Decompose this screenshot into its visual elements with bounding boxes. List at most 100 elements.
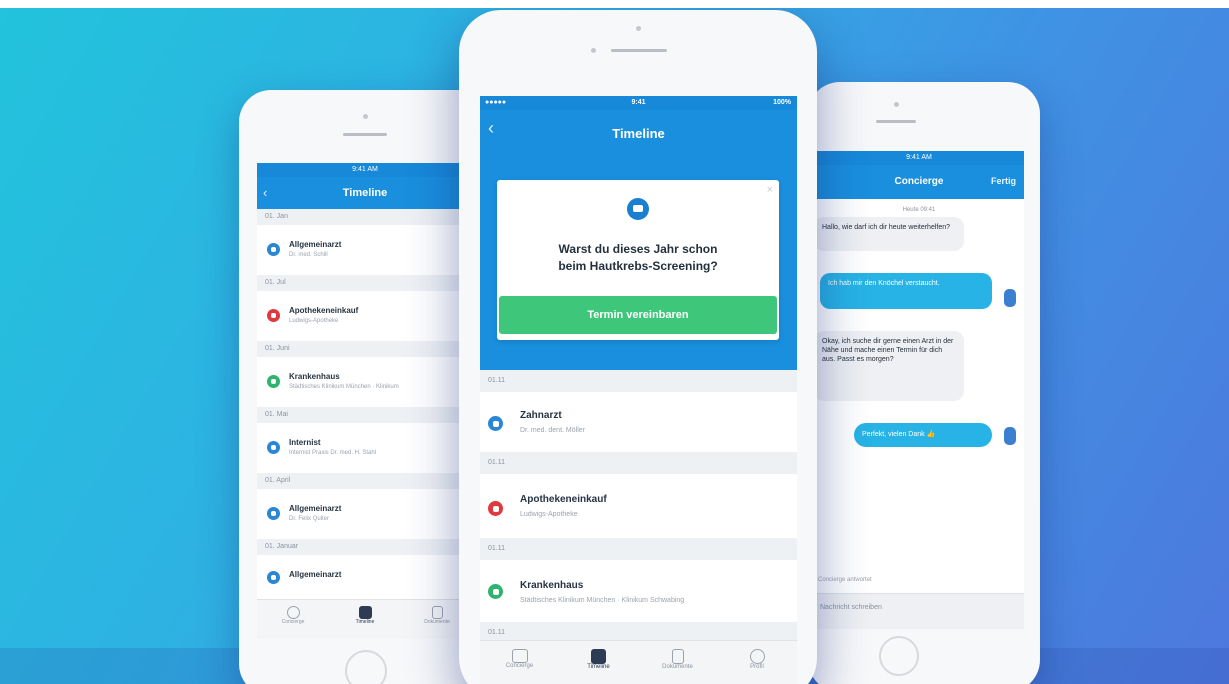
- center-phone-camera: [636, 26, 641, 31]
- left-list-item[interactable]: Allgemeinarzt Dr. med. Schill: [257, 225, 473, 276]
- left-tab-concierge[interactable]: Concierge: [257, 606, 329, 625]
- center-row-title: Zahnarzt: [520, 410, 562, 421]
- center-list-item[interactable]: Apothekeneinkauf Ludwigs-Apotheke: [480, 474, 797, 539]
- right-phone-camera: [894, 102, 899, 107]
- left-list-item[interactable]: Allgemeinarzt: [257, 555, 473, 604]
- left-section-header: 01. Januar: [257, 539, 473, 555]
- center-tab-bar: Concierge Timeline Dokumente Profil: [480, 640, 797, 684]
- hospital-icon: [488, 584, 503, 599]
- left-nav-title: Timeline: [342, 187, 388, 199]
- left-list-item[interactable]: Internist Internist Praxis Dr. med. H. S…: [257, 423, 473, 474]
- left-phone-camera: [363, 114, 368, 119]
- left-status-time: 9:41 AM: [352, 166, 378, 173]
- center-tab-timeline[interactable]: Timeline: [559, 649, 638, 670]
- left-tab-timeline[interactable]: Timeline: [329, 606, 401, 625]
- left-section-header: 01. Juni: [257, 341, 473, 357]
- center-tab-label: Profil: [750, 664, 764, 670]
- left-nav-bar: ‹ Timeline: [257, 177, 473, 209]
- right-nav-bar: Concierge Fertig: [814, 165, 1024, 199]
- left-row-subtitle: Dr. Felix Quiter: [289, 516, 330, 522]
- right-phone-speaker: [876, 120, 916, 123]
- hospital-icon: [267, 375, 280, 388]
- left-list-item[interactable]: Allgemeinarzt Dr. Felix Quiter: [257, 489, 473, 540]
- left-row-subtitle: Städtisches Klinikum München · Klinikum: [289, 384, 399, 390]
- left-status-bar: 9:41 AM: [257, 163, 473, 177]
- center-header: ‹ Timeline × Warst du dieses Jahr schon …: [480, 110, 797, 370]
- center-tab-label: Timeline: [587, 664, 610, 670]
- user-avatar: [1004, 427, 1016, 445]
- left-section-header: 01. Mai: [257, 407, 473, 423]
- right-home-button[interactable]: [879, 636, 919, 676]
- left-row-title: Internist: [289, 438, 321, 447]
- right-nav-action-button[interactable]: Fertig: [991, 176, 1016, 186]
- center-nav-title: Timeline: [612, 126, 665, 141]
- left-row-title: Allgemeinarzt: [289, 240, 342, 249]
- center-tab-concierge[interactable]: Concierge: [480, 649, 559, 669]
- left-tab-label: Concierge: [281, 619, 305, 625]
- center-status-battery: 100%: [773, 99, 791, 106]
- screening-card: × Warst du dieses Jahr schon beim Hautkr…: [497, 180, 779, 340]
- left-row-title: Allgemeinarzt: [289, 504, 342, 513]
- left-tab-bar: Concierge Timeline Dokumente: [257, 599, 473, 639]
- right-phone-screen: 9:41 AM Concierge Fertig Heute 09:41 Hal…: [814, 151, 1024, 629]
- left-phone-screen: 9:41 AM ‹ Timeline 01. Jan Allgemeinarzt…: [257, 163, 473, 639]
- center-status-time: 9:41: [631, 99, 646, 106]
- timeline-icon: [591, 649, 606, 664]
- center-tab-label: Concierge: [505, 663, 534, 669]
- left-row-title: Krankenhaus: [289, 372, 340, 381]
- center-phone-speaker: [611, 49, 667, 52]
- left-tab-label: Timeline: [355, 619, 375, 625]
- left-row-title: Allgemeinarzt: [289, 570, 342, 579]
- center-tab-documents[interactable]: Dokumente: [638, 649, 717, 670]
- center-row-subtitle: Dr. med. dent. Möller: [520, 427, 585, 434]
- document-icon: [671, 649, 684, 664]
- close-icon[interactable]: ×: [767, 184, 773, 196]
- card-question-line1: Warst du dieses Jahr schon: [558, 242, 718, 256]
- left-list-item[interactable]: Krankenhaus Städtisches Klinikum München…: [257, 357, 473, 408]
- timeline-icon: [358, 606, 372, 619]
- chat-bubble-incoming: Okay, ich suche dir gerne einen Arzt in …: [814, 331, 964, 401]
- profile-icon: [749, 649, 765, 664]
- plus-icon: [267, 243, 280, 256]
- right-status-time: 9:41 AM: [906, 154, 932, 161]
- concierge-icon: [511, 649, 528, 663]
- right-phone: 9:41 AM Concierge Fertig Heute 09:41 Hal…: [808, 82, 1040, 684]
- concierge-icon: [286, 606, 300, 619]
- left-row-subtitle: Ludwigs-Apotheke: [289, 318, 339, 324]
- center-tab-label: Dokumente: [662, 664, 693, 670]
- message-input[interactable]: Nachricht schreiben: [814, 593, 1024, 629]
- chat-bubble-outgoing: Ich hab mir den Knöchel verstaucht.: [820, 273, 992, 309]
- center-phone-screen: ●●●●● 9:41 100% ‹ Timeline × Warst du di…: [480, 96, 797, 684]
- center-section-header: 01.11: [480, 452, 797, 474]
- plus-icon: [267, 441, 280, 454]
- center-row-title: Apothekeneinkauf: [520, 494, 607, 505]
- left-tab-label: Dokumente: [424, 619, 450, 625]
- chat-bubble-outgoing: Perfekt, vielen Dank 👍: [854, 423, 992, 447]
- plus-icon: [488, 416, 503, 431]
- left-phone: 9:41 AM ‹ Timeline 01. Jan Allgemeinarzt…: [239, 90, 491, 684]
- center-list-item[interactable]: Zahnarzt Dr. med. dent. Möller: [480, 392, 797, 453]
- center-section-header: 01.11: [480, 538, 797, 560]
- schedule-appointment-button[interactable]: Termin vereinbaren: [499, 296, 777, 334]
- left-row-title: Apothekeneinkauf: [289, 306, 359, 315]
- chat-date-label: Heute 09:41: [902, 207, 936, 213]
- center-tab-profile[interactable]: Profil: [717, 649, 797, 670]
- message-input-placeholder: Nachricht schreiben: [820, 604, 882, 611]
- user-avatar: [1004, 289, 1016, 307]
- center-row-title: Krankenhaus: [520, 580, 584, 591]
- left-section-header: 01. Jan: [257, 209, 473, 225]
- plus-icon: [267, 571, 280, 584]
- left-row-subtitle: Dr. med. Schill: [289, 252, 328, 258]
- center-phone: ●●●●● 9:41 100% ‹ Timeline × Warst du di…: [459, 10, 817, 684]
- left-home-button[interactable]: [345, 650, 387, 684]
- cross-icon: [488, 501, 503, 516]
- center-list-item[interactable]: Krankenhaus Städtisches Klinikum München…: [480, 560, 797, 623]
- plus-icon: [267, 507, 280, 520]
- typing-note: Concierge antwortet: [818, 577, 872, 583]
- right-status-bar: 9:41 AM: [814, 151, 1024, 165]
- left-list-item[interactable]: Apothekeneinkauf Ludwigs-Apotheke: [257, 291, 473, 342]
- chat-bubble-incoming: Hallo, wie darf ich dir heute weiterhelf…: [814, 217, 964, 251]
- center-phone-sensor: [591, 48, 596, 53]
- left-section-header: 01. April: [257, 473, 473, 489]
- background-stage: 9:41 AM ‹ Timeline 01. Jan Allgemeinarzt…: [0, 8, 1229, 684]
